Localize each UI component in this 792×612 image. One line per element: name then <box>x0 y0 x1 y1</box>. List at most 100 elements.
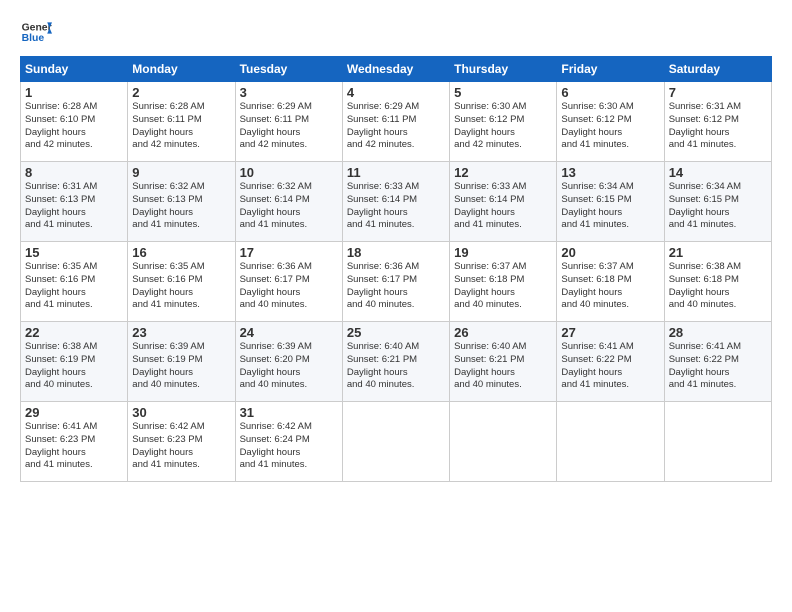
day-cell-22: 22Sunrise: 6:38 AMSunset: 6:19 PMDayligh… <box>21 322 128 402</box>
day-number: 12 <box>454 165 552 180</box>
day-cell-10: 10Sunrise: 6:32 AMSunset: 6:14 PMDayligh… <box>235 162 342 242</box>
day-cell-19: 19Sunrise: 6:37 AMSunset: 6:18 PMDayligh… <box>450 242 557 322</box>
header: General Blue <box>20 16 772 48</box>
svg-text:General: General <box>22 22 52 33</box>
day-info: Sunrise: 6:30 AMSunset: 6:12 PMDaylight … <box>561 101 659 152</box>
day-cell-9: 9Sunrise: 6:32 AMSunset: 6:13 PMDaylight… <box>128 162 235 242</box>
empty-cell <box>664 402 771 482</box>
day-number: 1 <box>25 85 123 100</box>
day-number: 20 <box>561 245 659 260</box>
day-number: 8 <box>25 165 123 180</box>
day-number: 22 <box>25 325 123 340</box>
day-info: Sunrise: 6:28 AMSunset: 6:10 PMDaylight … <box>25 101 123 152</box>
day-cell-7: 7Sunrise: 6:31 AMSunset: 6:12 PMDaylight… <box>664 82 771 162</box>
day-cell-17: 17Sunrise: 6:36 AMSunset: 6:17 PMDayligh… <box>235 242 342 322</box>
col-header-saturday: Saturday <box>664 57 771 82</box>
week-row-2: 8Sunrise: 6:31 AMSunset: 6:13 PMDaylight… <box>21 162 772 242</box>
day-cell-28: 28Sunrise: 6:41 AMSunset: 6:22 PMDayligh… <box>664 322 771 402</box>
empty-cell <box>450 402 557 482</box>
day-info: Sunrise: 6:38 AMSunset: 6:18 PMDaylight … <box>669 261 767 312</box>
day-info: Sunrise: 6:42 AMSunset: 6:23 PMDaylight … <box>132 421 230 472</box>
day-cell-15: 15Sunrise: 6:35 AMSunset: 6:16 PMDayligh… <box>21 242 128 322</box>
day-cell-26: 26Sunrise: 6:40 AMSunset: 6:21 PMDayligh… <box>450 322 557 402</box>
page-container: General Blue SundayMondayTuesdayWednesda… <box>0 0 792 492</box>
day-info: Sunrise: 6:38 AMSunset: 6:19 PMDaylight … <box>25 341 123 392</box>
day-info: Sunrise: 6:35 AMSunset: 6:16 PMDaylight … <box>132 261 230 312</box>
day-cell-21: 21Sunrise: 6:38 AMSunset: 6:18 PMDayligh… <box>664 242 771 322</box>
day-cell-12: 12Sunrise: 6:33 AMSunset: 6:14 PMDayligh… <box>450 162 557 242</box>
col-header-wednesday: Wednesday <box>342 57 449 82</box>
empty-cell <box>342 402 449 482</box>
day-info: Sunrise: 6:39 AMSunset: 6:20 PMDaylight … <box>240 341 338 392</box>
day-info: Sunrise: 6:36 AMSunset: 6:17 PMDaylight … <box>240 261 338 312</box>
day-number: 4 <box>347 85 445 100</box>
day-info: Sunrise: 6:41 AMSunset: 6:22 PMDaylight … <box>561 341 659 392</box>
col-header-friday: Friday <box>557 57 664 82</box>
day-number: 7 <box>669 85 767 100</box>
day-info: Sunrise: 6:40 AMSunset: 6:21 PMDaylight … <box>347 341 445 392</box>
logo-icon: General Blue <box>20 16 52 48</box>
svg-text:Blue: Blue <box>22 33 45 44</box>
day-cell-4: 4Sunrise: 6:29 AMSunset: 6:11 PMDaylight… <box>342 82 449 162</box>
day-number: 23 <box>132 325 230 340</box>
day-cell-16: 16Sunrise: 6:35 AMSunset: 6:16 PMDayligh… <box>128 242 235 322</box>
day-cell-18: 18Sunrise: 6:36 AMSunset: 6:17 PMDayligh… <box>342 242 449 322</box>
day-cell-13: 13Sunrise: 6:34 AMSunset: 6:15 PMDayligh… <box>557 162 664 242</box>
day-info: Sunrise: 6:32 AMSunset: 6:13 PMDaylight … <box>132 181 230 232</box>
day-info: Sunrise: 6:32 AMSunset: 6:14 PMDaylight … <box>240 181 338 232</box>
day-number: 16 <box>132 245 230 260</box>
day-info: Sunrise: 6:29 AMSunset: 6:11 PMDaylight … <box>347 101 445 152</box>
day-info: Sunrise: 6:39 AMSunset: 6:19 PMDaylight … <box>132 341 230 392</box>
day-info: Sunrise: 6:31 AMSunset: 6:13 PMDaylight … <box>25 181 123 232</box>
day-number: 25 <box>347 325 445 340</box>
day-number: 19 <box>454 245 552 260</box>
week-row-4: 22Sunrise: 6:38 AMSunset: 6:19 PMDayligh… <box>21 322 772 402</box>
day-number: 31 <box>240 405 338 420</box>
day-number: 10 <box>240 165 338 180</box>
day-info: Sunrise: 6:33 AMSunset: 6:14 PMDaylight … <box>347 181 445 232</box>
day-cell-23: 23Sunrise: 6:39 AMSunset: 6:19 PMDayligh… <box>128 322 235 402</box>
empty-cell <box>557 402 664 482</box>
day-number: 29 <box>25 405 123 420</box>
day-cell-14: 14Sunrise: 6:34 AMSunset: 6:15 PMDayligh… <box>664 162 771 242</box>
day-number: 3 <box>240 85 338 100</box>
day-cell-20: 20Sunrise: 6:37 AMSunset: 6:18 PMDayligh… <box>557 242 664 322</box>
day-number: 9 <box>132 165 230 180</box>
day-info: Sunrise: 6:33 AMSunset: 6:14 PMDaylight … <box>454 181 552 232</box>
day-cell-29: 29Sunrise: 6:41 AMSunset: 6:23 PMDayligh… <box>21 402 128 482</box>
day-info: Sunrise: 6:37 AMSunset: 6:18 PMDaylight … <box>454 261 552 312</box>
day-number: 13 <box>561 165 659 180</box>
day-info: Sunrise: 6:36 AMSunset: 6:17 PMDaylight … <box>347 261 445 312</box>
day-info: Sunrise: 6:34 AMSunset: 6:15 PMDaylight … <box>561 181 659 232</box>
day-cell-31: 31Sunrise: 6:42 AMSunset: 6:24 PMDayligh… <box>235 402 342 482</box>
header-row: SundayMondayTuesdayWednesdayThursdayFrid… <box>21 57 772 82</box>
day-cell-24: 24Sunrise: 6:39 AMSunset: 6:20 PMDayligh… <box>235 322 342 402</box>
col-header-thursday: Thursday <box>450 57 557 82</box>
day-cell-1: 1Sunrise: 6:28 AMSunset: 6:10 PMDaylight… <box>21 82 128 162</box>
day-cell-6: 6Sunrise: 6:30 AMSunset: 6:12 PMDaylight… <box>557 82 664 162</box>
day-number: 14 <box>669 165 767 180</box>
day-number: 21 <box>669 245 767 260</box>
day-info: Sunrise: 6:42 AMSunset: 6:24 PMDaylight … <box>240 421 338 472</box>
calendar-table: SundayMondayTuesdayWednesdayThursdayFrid… <box>20 56 772 482</box>
col-header-sunday: Sunday <box>21 57 128 82</box>
day-info: Sunrise: 6:40 AMSunset: 6:21 PMDaylight … <box>454 341 552 392</box>
day-info: Sunrise: 6:37 AMSunset: 6:18 PMDaylight … <box>561 261 659 312</box>
day-cell-5: 5Sunrise: 6:30 AMSunset: 6:12 PMDaylight… <box>450 82 557 162</box>
day-number: 27 <box>561 325 659 340</box>
day-cell-27: 27Sunrise: 6:41 AMSunset: 6:22 PMDayligh… <box>557 322 664 402</box>
day-cell-25: 25Sunrise: 6:40 AMSunset: 6:21 PMDayligh… <box>342 322 449 402</box>
day-cell-30: 30Sunrise: 6:42 AMSunset: 6:23 PMDayligh… <box>128 402 235 482</box>
day-number: 28 <box>669 325 767 340</box>
week-row-5: 29Sunrise: 6:41 AMSunset: 6:23 PMDayligh… <box>21 402 772 482</box>
day-number: 17 <box>240 245 338 260</box>
day-number: 5 <box>454 85 552 100</box>
day-number: 30 <box>132 405 230 420</box>
day-number: 15 <box>25 245 123 260</box>
logo: General Blue <box>20 16 52 48</box>
day-number: 2 <box>132 85 230 100</box>
day-number: 6 <box>561 85 659 100</box>
day-info: Sunrise: 6:29 AMSunset: 6:11 PMDaylight … <box>240 101 338 152</box>
day-info: Sunrise: 6:34 AMSunset: 6:15 PMDaylight … <box>669 181 767 232</box>
day-cell-3: 3Sunrise: 6:29 AMSunset: 6:11 PMDaylight… <box>235 82 342 162</box>
